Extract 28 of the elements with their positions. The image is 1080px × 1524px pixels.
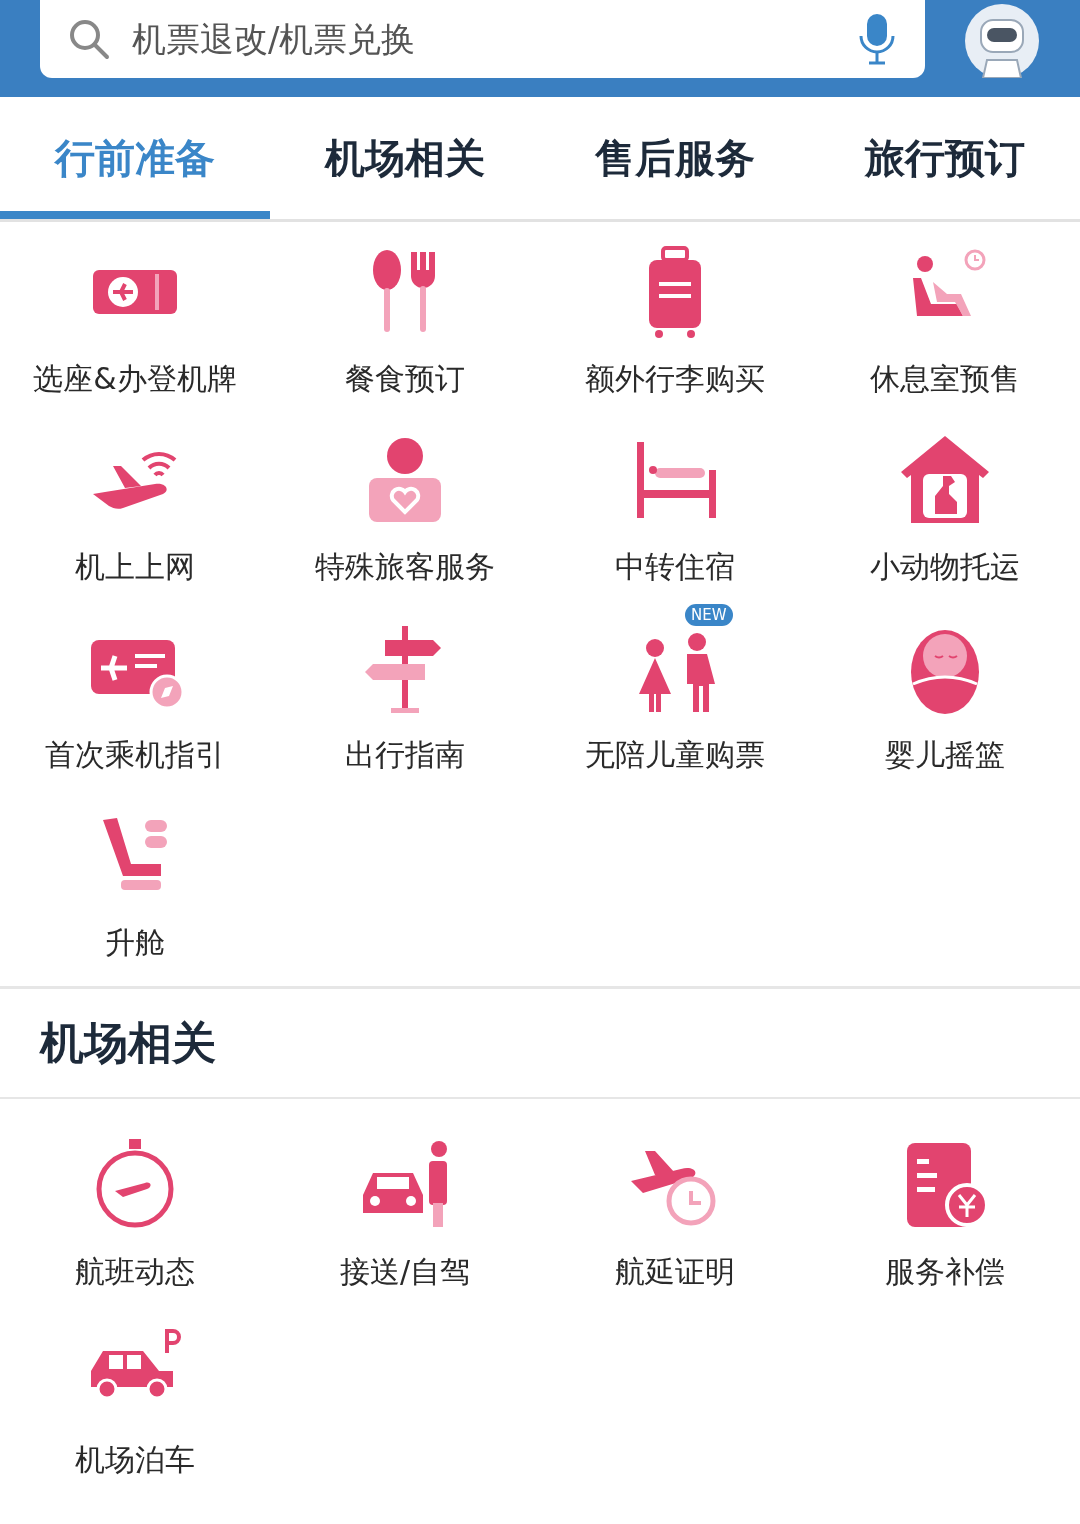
service-label[interactable]: 升舱 — [105, 920, 165, 965]
service-label[interactable]: 航延证明 — [615, 1249, 735, 1294]
service-label[interactable]: 无陪儿童购票 — [585, 732, 765, 777]
tab[interactable]: 机场相关 — [270, 97, 540, 219]
new-badge: NEW — [685, 604, 733, 626]
service-label[interactable]: 婴儿摇篮 — [885, 732, 1005, 777]
service-label[interactable]: 额外行李购买 — [585, 356, 765, 401]
service-label[interactable]: 特殊旅客服务 — [315, 544, 495, 589]
section-heading: 机场相关 — [40, 1016, 216, 1070]
tab[interactable]: 旅行预订 — [810, 97, 1080, 219]
tab[interactable]: 售后服务 — [540, 97, 810, 219]
avatar-icon[interactable] — [965, 4, 1039, 78]
service-label[interactable]: 机上上网 — [75, 544, 195, 589]
service-label[interactable]: 休息室预售 — [870, 356, 1020, 401]
service-label[interactable]: 服务补偿 — [885, 1249, 1005, 1294]
service-label[interactable]: 机场泊车 — [75, 1437, 195, 1482]
service-label[interactable]: 航班动态 — [75, 1249, 195, 1294]
service-label[interactable]: 中转住宿 — [615, 544, 735, 589]
service-label[interactable]: 选座&办登机牌 — [33, 356, 237, 401]
service-label[interactable]: 首次乘机指引 — [45, 732, 225, 777]
search-icon — [68, 18, 110, 60]
microphone-icon[interactable] — [857, 12, 897, 66]
tab[interactable]: 行前准备 — [0, 97, 270, 219]
service-label[interactable]: 接送/自驾 — [339, 1249, 471, 1294]
service-label[interactable]: 小动物托运 — [870, 544, 1020, 589]
search-field[interactable]: 机票退改/机票兑换 — [40, 0, 925, 78]
service-label[interactable]: 出行指南 — [345, 732, 465, 777]
service-label[interactable]: 餐食预订 — [345, 356, 465, 401]
